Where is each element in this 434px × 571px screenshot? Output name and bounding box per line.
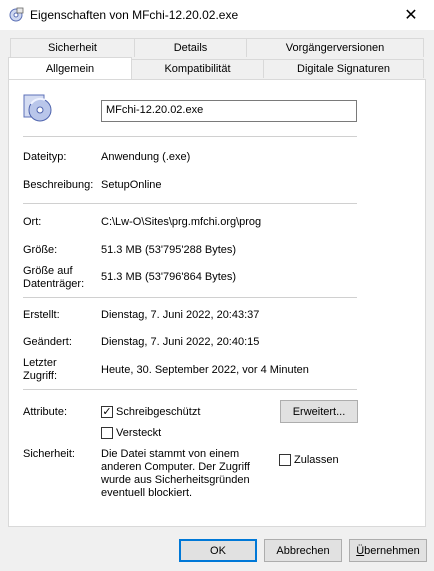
security-text-line1: Die Datei stammt von einem [101,448,240,460]
security-text-line3: wurde aus Sicherheitsgründen [101,474,250,486]
filename-field[interactable]: MFchi-12.20.02.exe [101,100,357,122]
security-label: Sicherheit: [23,448,75,460]
properties-icon [9,7,24,22]
tab-kompatibilitaet[interactable]: Kompatibilität [131,59,264,78]
tab-digitale-signaturen[interactable]: Digitale Signaturen [263,59,424,78]
modified-value: Dienstag, 7. Juni 2022, 20:40:15 [101,336,260,348]
disk-size-value: 51.3 MB (53'796'864 Bytes) [101,271,237,283]
location-label: Ort: [23,216,42,228]
created-label: Erstellt: [23,309,60,321]
accessed-label-line1: Letzter [23,357,57,369]
separator [23,203,357,204]
size-value: 51.3 MB (53'795'288 Bytes) [101,244,237,256]
apply-accesskey: Ü [356,544,365,557]
hidden-label[interactable]: Versteckt [116,427,161,439]
separator [23,297,357,298]
unblock-label[interactable]: Zulassen [294,454,339,466]
hidden-checkbox[interactable] [101,427,113,439]
readonly-label[interactable]: Schreibgeschützt [116,406,200,418]
attributes-label: Attribute: [23,406,68,418]
tab-sicherheit[interactable]: Sicherheit [10,38,135,57]
window-title: Eigenschaften von MFchi-12.20.02.exe [30,8,239,22]
tab-details[interactable]: Details [134,38,247,57]
close-icon[interactable]: ✕ [388,0,434,30]
accessed-label-line2: Zugriff: [23,370,58,382]
disk-size-label-line2: Datenträger: [23,278,85,290]
readonly-checkbox[interactable]: ✓ [101,406,113,418]
apply-label-rest: bernehmen [364,544,420,557]
setup-file-icon [23,94,52,122]
disk-size-label-line1: Größe auf [23,265,73,277]
description-value: SetupOnline [101,179,162,191]
title-bar: Eigenschaften von MFchi-12.20.02.exe ✕ [0,0,434,30]
security-text-line4: eventuell blockiert. [101,487,193,499]
location-value: C:\Lw-O\Sites\prg.mfchi.org\prog [101,216,262,228]
created-value: Dienstag, 7. Juni 2022, 20:43:37 [101,309,260,321]
tab-vorgaengerversionen[interactable]: Vorgängerversionen [246,38,424,57]
general-panel: MFchi-12.20.02.exe Dateityp: Anwendung (… [8,79,426,527]
separator [23,136,357,137]
type-value: Anwendung (.exe) [101,151,191,163]
ok-button[interactable]: OK [179,539,257,562]
tab-allgemein[interactable]: Allgemein [8,57,132,79]
description-label: Beschreibung: [23,179,94,191]
modified-label: Geändert: [23,336,72,348]
unblock-checkbox[interactable] [279,454,291,466]
accessed-value: Heute, 30. September 2022, vor 4 Minuten [101,364,309,376]
apply-button[interactable]: Übernehmen [349,539,427,562]
separator [23,389,357,390]
advanced-button[interactable]: Erweitert... [280,400,358,423]
security-text-line2: anderen Computer. Der Zugriff [101,461,250,473]
size-label: Größe: [23,244,58,256]
cancel-button[interactable]: Abbrechen [264,539,342,562]
type-label: Dateityp: [23,151,67,163]
